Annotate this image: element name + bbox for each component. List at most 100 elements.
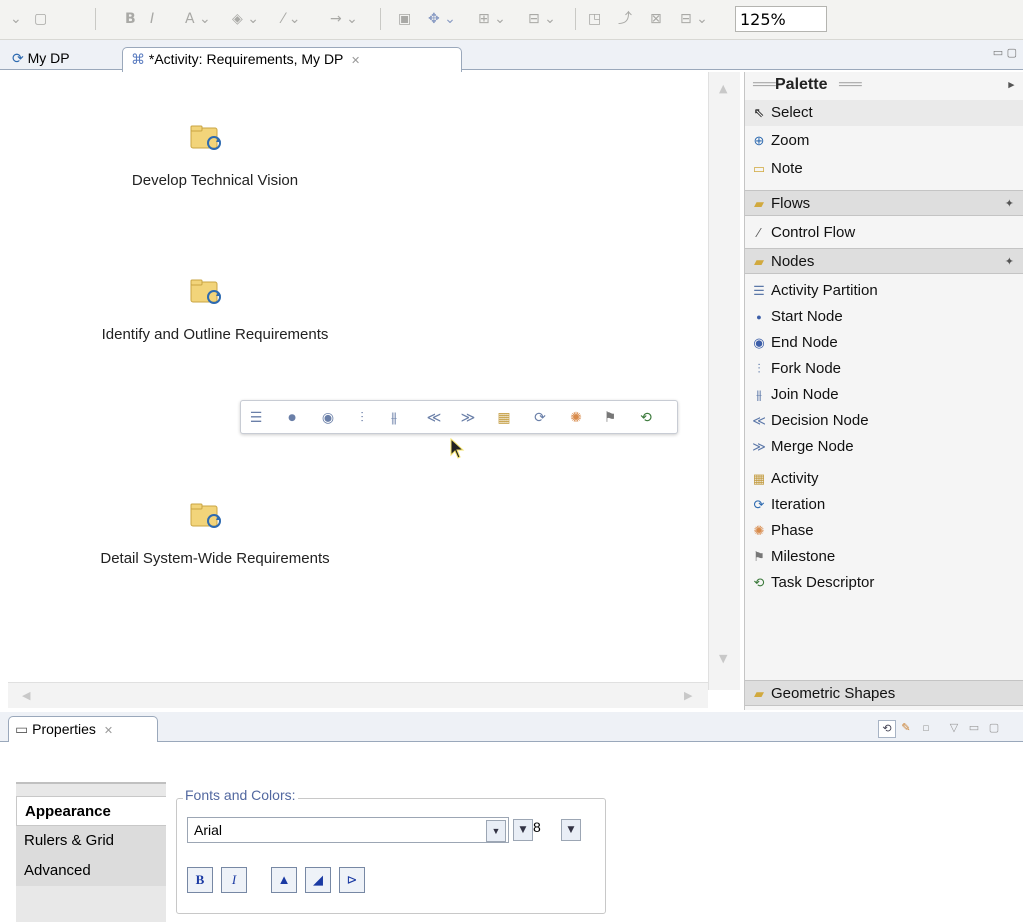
close-icon[interactable]: ✕ [351, 55, 360, 67]
merge-node-icon: ≫ [752, 439, 766, 454]
join-node-icon[interactable]: ⫵ [385, 409, 403, 427]
font-name-select[interactable]: Arial ▼ [187, 817, 509, 843]
palette-item-task-descriptor[interactable]: ⟲ Task Descriptor [745, 570, 1023, 596]
pin-view-icon[interactable]: ✎ [898, 720, 914, 736]
activity-icon[interactable]: ▦ [495, 409, 513, 427]
tab-rulers-grid[interactable]: Rulers & Grid [16, 826, 166, 856]
line-color-icon[interactable]: ⊳ [339, 867, 365, 893]
toolbar-dropdown-icon[interactable]: ⌄ [10, 8, 22, 30]
palette-item-milestone[interactable]: ⚑ Milestone [745, 544, 1023, 570]
bold-button[interactable]: B [187, 867, 213, 893]
horizontal-scrollbar[interactable]: ◀ ▶ [8, 682, 708, 708]
minimize-maximize-icon[interactable]: ▭ ▢ [993, 46, 1017, 59]
task-label[interactable]: Identify and Outline Requirements [50, 326, 380, 343]
route-icon[interactable]: ⤴ [618, 8, 632, 30]
zoom-field[interactable]: 125% [735, 6, 827, 32]
palette-item-phase[interactable]: ✺ Phase [745, 518, 1023, 544]
scroll-left-icon[interactable]: ◀ [22, 689, 30, 702]
task-descriptor-icon[interactable]: ⟲ [637, 409, 655, 427]
palette-item-activity-partition[interactable]: ☰ Activity Partition [745, 278, 1023, 304]
decision-node-icon[interactable]: ≪ [425, 409, 443, 427]
italic-button[interactable]: I [221, 867, 247, 893]
palette-item-start-node[interactable]: ● Start Node [745, 304, 1023, 330]
maximize-icon[interactable]: ▢ [986, 720, 1002, 736]
task-descriptor-icon[interactable] [190, 278, 224, 306]
palette-item-zoom[interactable]: ⊕ Zoom [745, 128, 1023, 154]
font-color-icon[interactable]: A ⌄ [185, 8, 211, 30]
end-node-icon: ◉ [753, 335, 765, 350]
palette-header[interactable]: ══ Palette ══ ▸ [745, 72, 1023, 98]
collapse-icon[interactable]: ▸ [1008, 72, 1014, 98]
font-size-icon[interactable]: ▢ [34, 8, 47, 30]
iteration-icon[interactable]: ⟳ [531, 409, 549, 427]
minimize-icon[interactable]: ▭ [966, 720, 982, 736]
property-section-tabs: Appearance Rulers & Grid Advanced [16, 782, 166, 922]
palette-item-activity[interactable]: ▦ Activity [745, 466, 1023, 492]
milestone-icon[interactable]: ⚑ [601, 409, 619, 427]
phase-icon[interactable]: ✺ [567, 409, 585, 427]
chevron-down-icon[interactable]: ▼ [513, 819, 533, 841]
toolbar-separator [380, 8, 381, 30]
fork-node-icon[interactable]: ⫶ [353, 409, 371, 427]
restore-defaults-icon[interactable]: ⟲ [878, 720, 896, 738]
distribute-icon[interactable]: ⊟ ⌄ [528, 8, 556, 30]
tab-appearance[interactable]: Appearance [16, 796, 166, 826]
scroll-right-icon[interactable]: ▶ [684, 689, 692, 702]
palette-item-label: Start Node [771, 308, 843, 325]
auto-size-icon[interactable]: ◳ [588, 8, 601, 30]
task-label[interactable]: Develop Technical Vision [100, 172, 330, 189]
palette-item-merge-node[interactable]: ≫ Merge Node [745, 434, 1023, 460]
italic-icon[interactable]: I [150, 8, 154, 30]
control-flow-icon: ⁄ [757, 225, 761, 240]
scroll-down-icon[interactable]: ▼ [719, 652, 727, 665]
view-menu-icon[interactable]: ▽ [946, 720, 962, 736]
fill-color-icon[interactable]: ◈ ⌄ [232, 8, 259, 30]
end-node-icon[interactable]: ◉ [319, 409, 337, 427]
line-color-icon[interactable]: ⁄ ⌄ [282, 8, 301, 30]
palette-item-decision-node[interactable]: ≪ Decision Node [745, 408, 1023, 434]
task-label[interactable]: Detail System-Wide Requirements [50, 550, 380, 567]
drawer-nodes[interactable]: ▰ Nodes ✦ [745, 248, 1023, 274]
vertical-scrollbar[interactable]: ▲ ▼ [708, 72, 740, 690]
palette-item-iteration[interactable]: ⟳ Iteration [745, 492, 1023, 518]
line-style-icon[interactable]: → ⌄ [330, 8, 358, 30]
drawer-geometric-shapes[interactable]: ▰ Geometric Shapes [745, 680, 1023, 706]
grip-icon: ══ [753, 76, 776, 93]
chevron-down-icon[interactable]: ▼ [561, 819, 581, 841]
palette-item-control-flow[interactable]: ⁄ Control Flow [745, 220, 1023, 246]
drawer-flows[interactable]: ▰ Flows ✦ [745, 190, 1023, 216]
chevron-down-icon[interactable]: ▼ [486, 820, 506, 842]
font-color-icon[interactable]: ▲ [271, 867, 297, 893]
pin-icon[interactable]: ✦ [1005, 191, 1014, 217]
grip-icon: ══ [839, 76, 862, 93]
palette-item-note[interactable]: ▭ Note [745, 156, 1023, 182]
menu-icon[interactable]: ▫ [918, 720, 934, 736]
tab-properties[interactable]: ▭ Properties ✕ [8, 716, 158, 742]
grid-icon[interactable]: ⊠ [650, 8, 662, 30]
select-all-icon[interactable]: ▣ [398, 8, 411, 30]
start-node-icon[interactable]: ● [283, 409, 301, 427]
pin-icon[interactable]: ✦ [1005, 249, 1014, 275]
palette-item-join-node[interactable]: ⫵ Join Node [745, 382, 1023, 408]
bold-icon[interactable]: B [125, 8, 136, 30]
task-descriptor-icon[interactable] [190, 124, 224, 152]
fill-color-icon[interactable]: ◢ [305, 867, 331, 893]
layout-icon[interactable]: ⊟ ⌄ [680, 8, 708, 30]
font-size-select[interactable]: ▼ 8 ▼ [513, 817, 585, 843]
close-icon[interactable]: ✕ [104, 725, 113, 737]
merge-node-icon[interactable]: ≫ [459, 409, 477, 427]
pointer-icon: ⇖ [753, 105, 765, 120]
arrange-icon[interactable]: ✥ ⌄ [428, 8, 456, 30]
palette-item-select[interactable]: ⇖ Select [745, 100, 1023, 126]
activity-partition-icon[interactable]: ☰ [247, 409, 265, 427]
align-icon[interactable]: ⊞ ⌄ [478, 8, 506, 30]
task-descriptor-icon[interactable] [190, 502, 224, 530]
tab-advanced[interactable]: Advanced [16, 856, 166, 886]
editor-tab-bar: ⟳ My DP ⌘ *Activity: Requirements, My DP… [0, 40, 1023, 72]
tab-my-dp[interactable]: ⟳ My DP [12, 47, 70, 70]
diagram-canvas[interactable]: Develop Technical Vision Identify and Ou… [8, 72, 708, 690]
palette-item-fork-node[interactable]: ⫶ Fork Node [745, 356, 1023, 382]
palette-item-end-node[interactable]: ◉ End Node [745, 330, 1023, 356]
scroll-up-icon[interactable]: ▲ [719, 82, 727, 95]
tab-activity-requirements[interactable]: ⌘ *Activity: Requirements, My DP ✕ [122, 47, 462, 72]
